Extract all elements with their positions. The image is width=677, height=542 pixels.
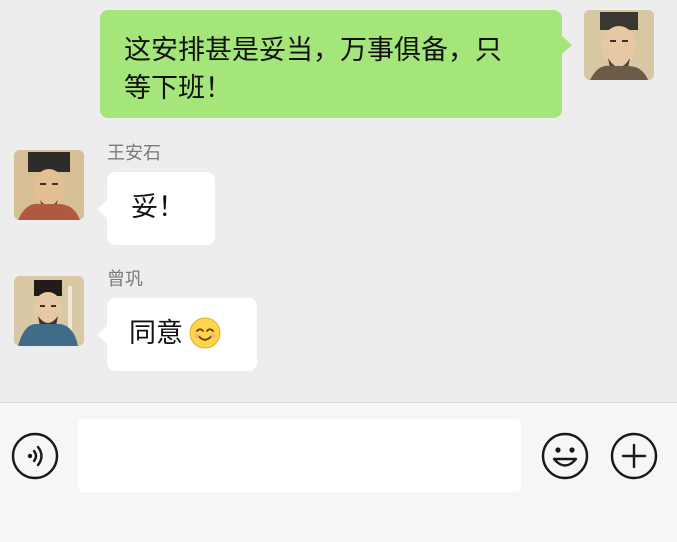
message-text-line: 等下班！ — [124, 73, 232, 104]
message-text: 同意 — [129, 318, 183, 349]
avatar-portrait-icon — [584, 10, 654, 80]
emoji-icon — [541, 432, 589, 480]
chat-area: 这安排甚是妥当，万事俱备，只 等下班！ 王安石 妥！ 曾巩 同意 — [0, 0, 677, 403]
sender-name: 王安石 — [107, 143, 161, 164]
avatar-portrait-icon — [14, 150, 84, 220]
input-bar — [0, 403, 677, 542]
avatar-self[interactable] — [584, 10, 654, 80]
bubble-tail — [97, 326, 107, 344]
message-bubble[interactable]: 妥！ — [107, 172, 215, 245]
voice-icon — [11, 432, 59, 480]
smiling-face-icon — [189, 317, 221, 348]
plus-icon — [610, 432, 658, 480]
bubble-tail — [97, 200, 107, 218]
avatar-wang-anshi[interactable] — [14, 150, 84, 220]
avatar-portrait-icon — [14, 276, 84, 346]
message-bubble[interactable]: 同意 — [107, 298, 257, 371]
message-text: 妥！ — [131, 192, 185, 223]
more-button[interactable] — [610, 432, 658, 480]
sender-name: 曾巩 — [107, 269, 143, 290]
message-text-line: 这安排甚是妥当，万事俱备，只 — [124, 35, 502, 66]
message-input[interactable] — [78, 419, 521, 492]
avatar-zeng-gong[interactable] — [14, 276, 84, 346]
message-bubble-self[interactable]: 这安排甚是妥当，万事俱备，只 等下班！ — [100, 10, 562, 118]
emoji-button[interactable] — [541, 432, 589, 480]
bubble-tail — [562, 36, 572, 54]
voice-button[interactable] — [11, 432, 59, 480]
